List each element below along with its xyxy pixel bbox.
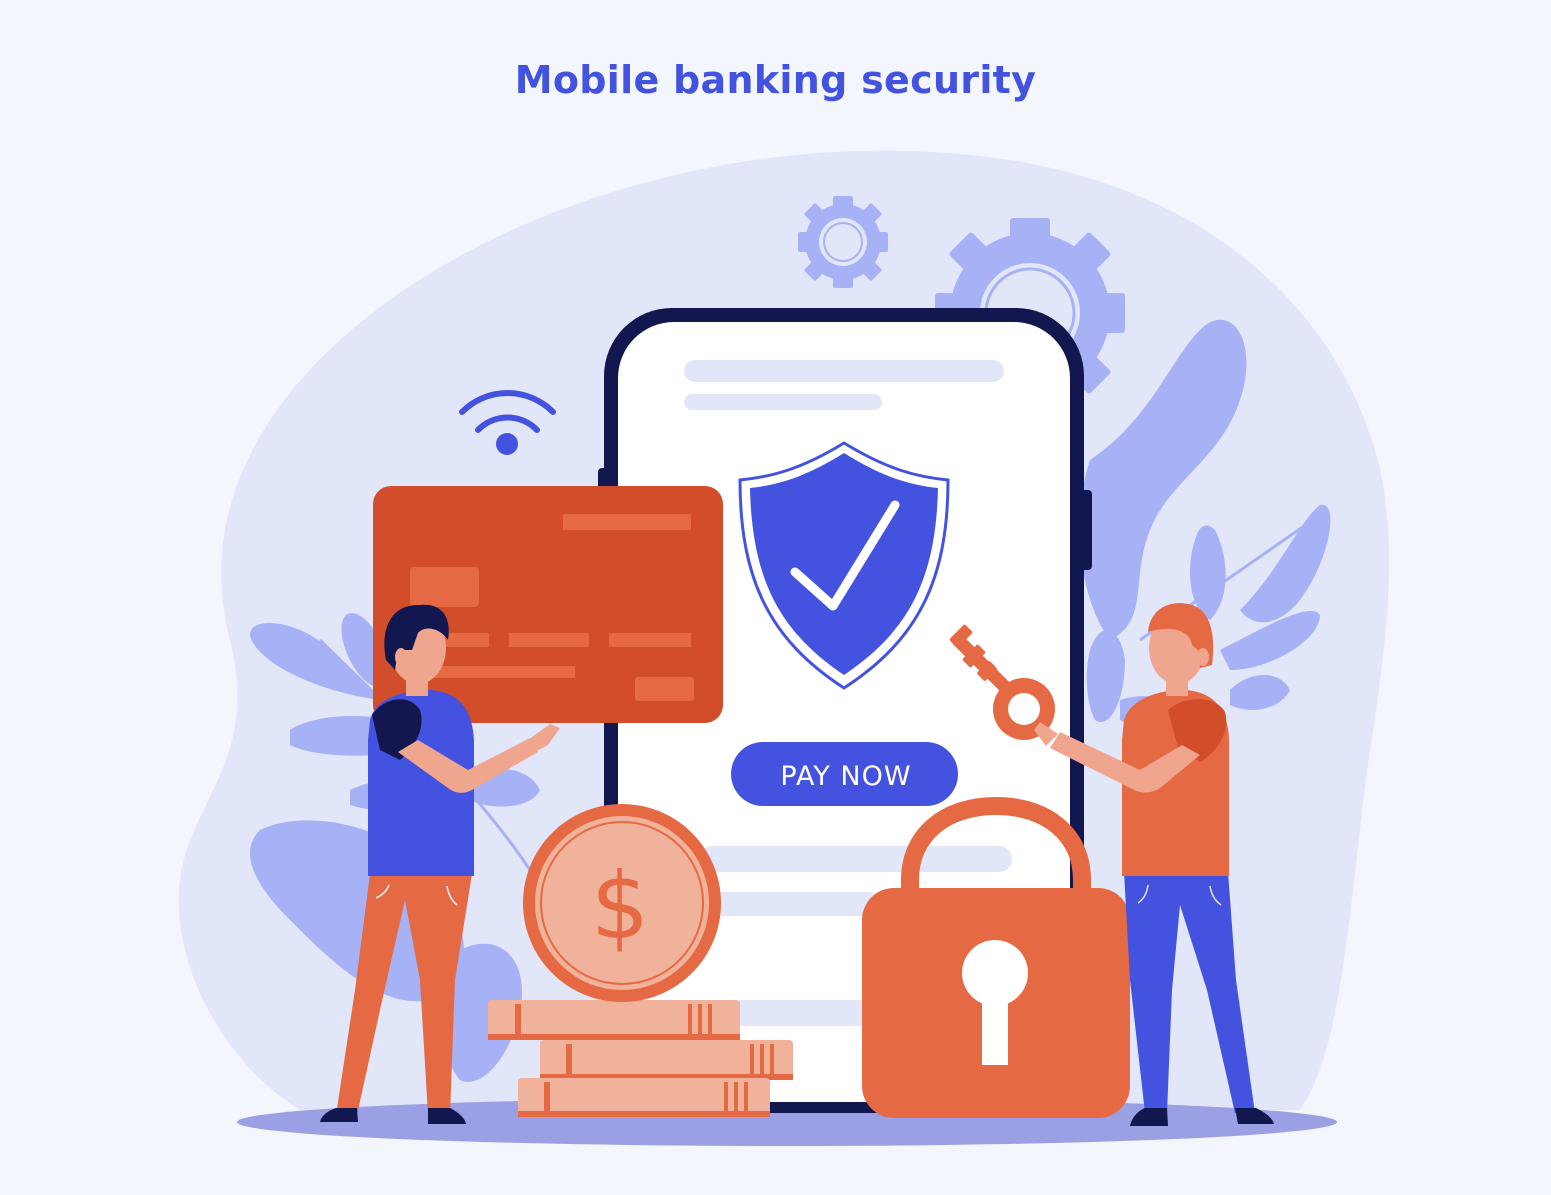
placeholder-line: [684, 394, 882, 410]
dollar-coin-icon: $: [523, 804, 721, 1002]
coin-symbol: $: [591, 853, 650, 960]
gear-icon-small: [798, 196, 888, 288]
placeholder-line: [684, 360, 1004, 382]
pay-now-button[interactable]: PAY NOW: [731, 742, 958, 806]
placeholder-line: [700, 892, 880, 916]
illustration: PAY NOW $: [178, 150, 1390, 1146]
pay-now-label: PAY NOW: [780, 761, 911, 792]
placeholder-line: [700, 846, 1012, 872]
